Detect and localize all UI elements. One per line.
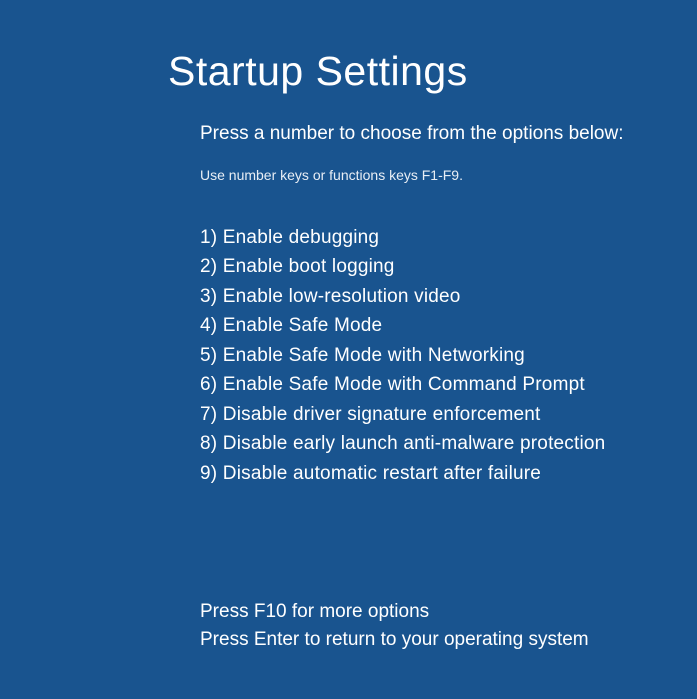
option-9[interactable]: 9) Disable automatic restart after failu… — [200, 459, 677, 488]
hint-text: Use number keys or functions keys F1-F9. — [200, 167, 677, 183]
option-8[interactable]: 8) Disable early launch anti-malware pro… — [200, 429, 677, 458]
option-label: Enable Safe Mode with Networking — [223, 345, 525, 366]
option-label: Enable Safe Mode with Command Prompt — [223, 374, 585, 395]
option-label: Enable boot logging — [223, 256, 395, 277]
option-label: Disable early launch anti-malware protec… — [223, 433, 606, 454]
option-label: 5 — [200, 345, 211, 366]
option-7[interactable]: 7) Disable driver signature enforcement — [200, 400, 677, 429]
option-1[interactable]: 1) Enable debugging — [200, 223, 677, 252]
option-label: 1 — [200, 227, 211, 248]
option-2[interactable]: 2) Enable boot logging — [200, 252, 677, 281]
option-label: 4 — [200, 315, 211, 336]
option-label: 3 — [200, 286, 211, 307]
footer-return: Press Enter to return to your operating … — [200, 626, 677, 655]
option-label: Enable debugging — [223, 227, 379, 248]
option-label: 8 — [200, 433, 211, 454]
startup-settings-screen: Startup Settings Press a number to choos… — [0, 0, 697, 655]
option-label: Enable low-resolution video — [223, 286, 461, 307]
option-6[interactable]: 6) Enable Safe Mode with Command Prompt — [200, 370, 677, 399]
options-list: 1) Enable debugging 2) Enable boot loggi… — [200, 223, 677, 488]
option-5[interactable]: 5) Enable Safe Mode with Networking — [200, 341, 677, 370]
option-4[interactable]: 4) Enable Safe Mode — [200, 311, 677, 340]
content-area: Press a number to choose from the option… — [168, 123, 677, 655]
option-label: 6 — [200, 374, 211, 395]
option-label: Disable automatic restart after failure — [223, 463, 541, 484]
option-label: 2 — [200, 256, 211, 277]
option-label: Disable driver signature enforcement — [223, 404, 541, 425]
option-label: 7 — [200, 404, 211, 425]
option-3[interactable]: 3) Enable low-resolution video — [200, 282, 677, 311]
page-title: Startup Settings — [168, 48, 677, 95]
instruction-text: Press a number to choose from the option… — [200, 123, 677, 145]
footer-more-options: Press F10 for more options — [200, 598, 677, 627]
option-label: 9 — [200, 463, 211, 484]
footer-instructions: Press F10 for more options Press Enter t… — [200, 598, 677, 655]
option-label: Enable Safe Mode — [223, 315, 383, 336]
